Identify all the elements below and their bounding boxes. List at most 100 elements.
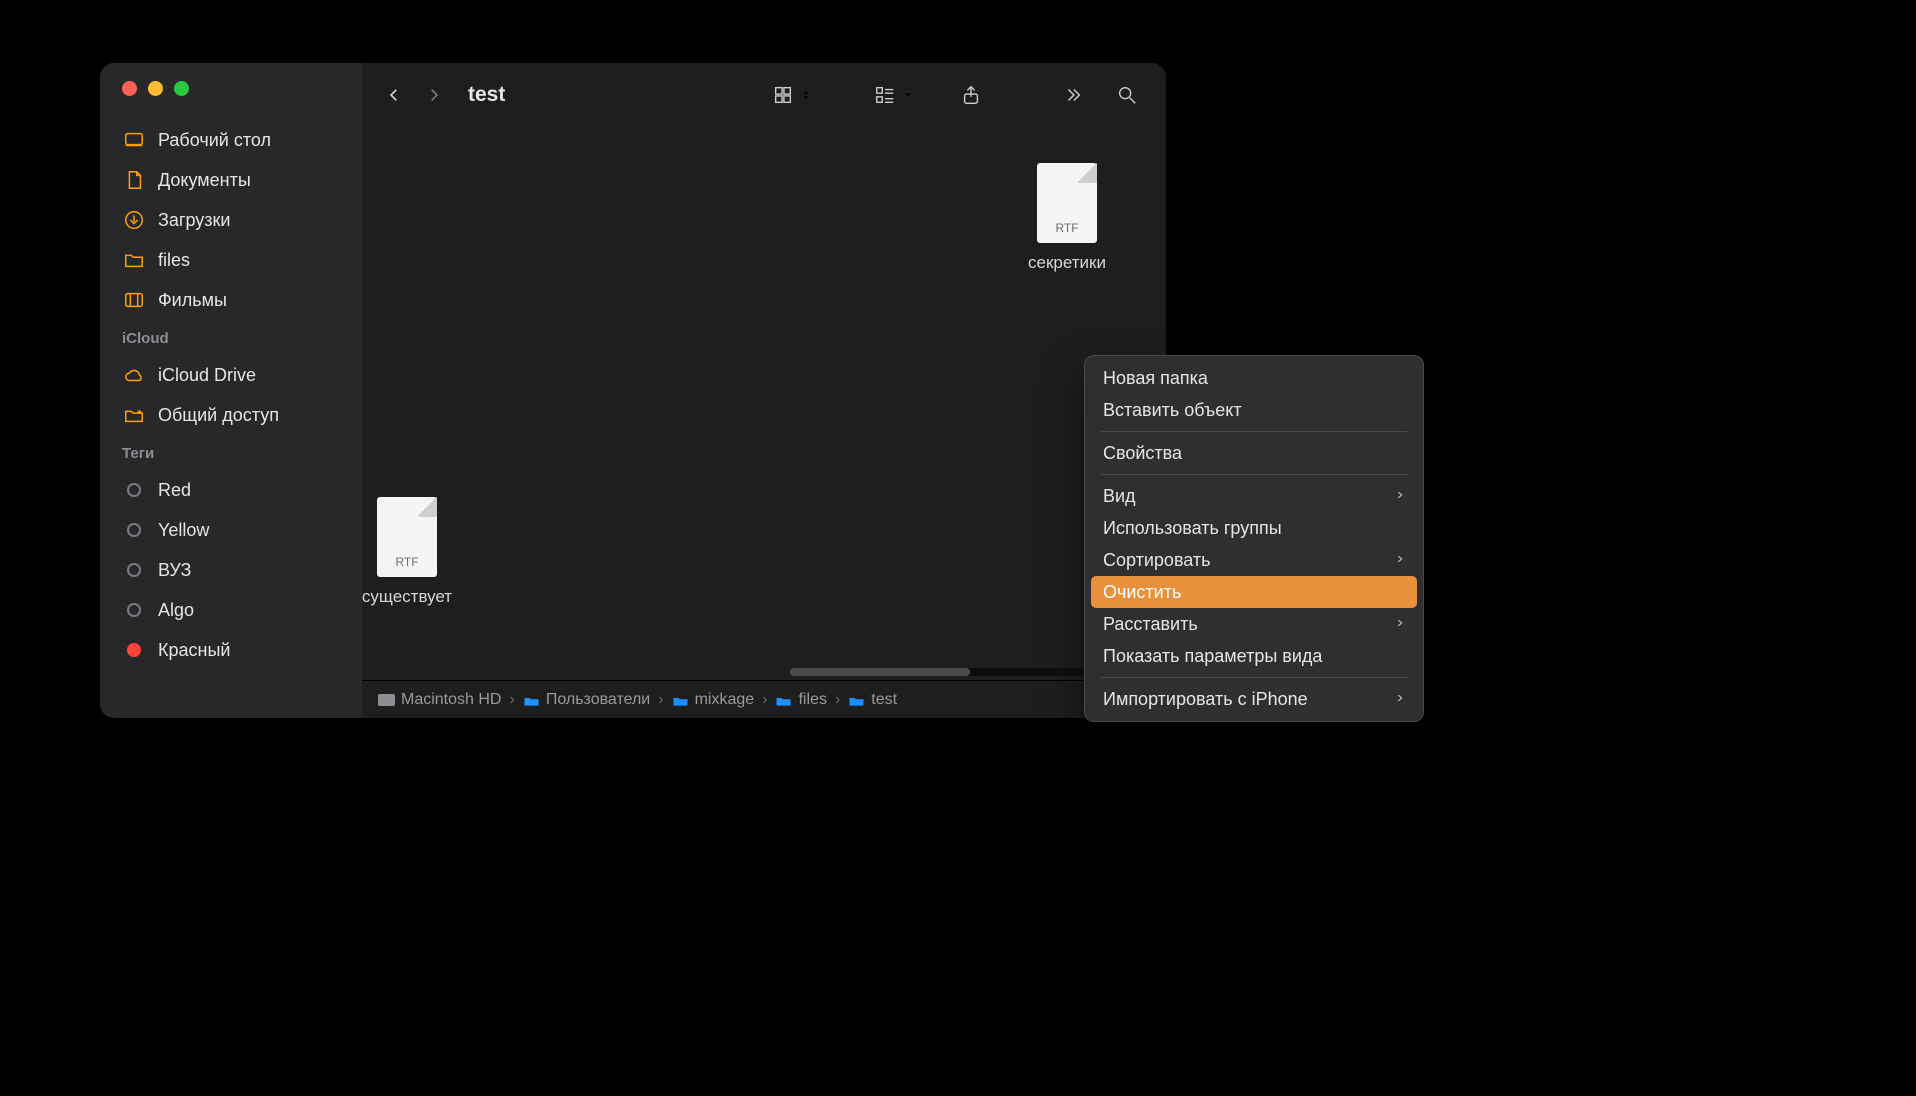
file-item[interactable]: RTF существует — [362, 497, 467, 607]
context-menu-label: Очистить — [1103, 582, 1181, 603]
finder-window: Рабочий стол Документы Загрузки files Фи… — [100, 63, 1166, 718]
cloud-icon — [122, 363, 146, 387]
chevron-right-icon — [1395, 486, 1405, 507]
context-menu-item[interactable]: Свойства — [1091, 437, 1417, 469]
scrollbar-thumb[interactable] — [790, 668, 970, 676]
sidebar-item-downloads[interactable]: Загрузки — [100, 200, 362, 240]
back-button[interactable] — [378, 79, 410, 111]
file-grid[interactable]: RTF секретики RTF существует — [362, 127, 1166, 680]
path-segment[interactable]: Macintosh HD › — [378, 691, 517, 709]
sidebar-item-label: Красный — [158, 640, 230, 661]
sidebar-item-shared[interactable]: Общий доступ — [100, 395, 362, 435]
sidebar-item-label: Общий доступ — [158, 405, 279, 426]
sidebar-item-movies[interactable]: Фильмы — [100, 280, 362, 320]
path-bar: Macintosh HD › Пользователи › mixkage › — [362, 680, 1166, 718]
sidebar-item-documents[interactable]: Документы — [100, 160, 362, 200]
overflow-button[interactable] — [1056, 80, 1090, 110]
path-label: Macintosh HD — [401, 691, 501, 709]
close-button[interactable] — [122, 81, 137, 96]
context-menu-separator — [1101, 474, 1407, 475]
sidebar-tag-krasny[interactable]: Красный — [100, 630, 362, 670]
sidebar-header-icloud: iCloud — [100, 320, 362, 355]
file-item[interactable]: RTF секретики — [1007, 163, 1127, 273]
file-name: существует — [362, 587, 467, 607]
share-button[interactable] — [954, 80, 988, 110]
folder-icon — [523, 693, 540, 707]
folder-icon — [122, 248, 146, 272]
updown-arrows-icon — [800, 89, 812, 101]
zoom-button[interactable] — [174, 81, 189, 96]
sidebar-item-label: iCloud Drive — [158, 365, 256, 386]
sidebar-item-label: Документы — [158, 170, 251, 191]
minimize-button[interactable] — [148, 81, 163, 96]
sidebar-item-label: Рабочий стол — [158, 130, 271, 151]
context-menu-label: Вставить объект — [1103, 400, 1242, 421]
sidebar: Рабочий стол Документы Загрузки files Фи… — [100, 63, 362, 718]
chevron-right-icon — [1395, 614, 1405, 635]
sidebar-tag-algo[interactable]: Algo — [100, 590, 362, 630]
context-menu-label: Сортировать — [1103, 550, 1211, 571]
sidebar-item-label: Yellow — [158, 520, 209, 541]
movie-icon — [122, 288, 146, 312]
context-menu-item[interactable]: Вид — [1091, 480, 1417, 512]
traffic-lights — [100, 81, 362, 96]
context-menu-label: Импортировать с iPhone — [1103, 689, 1308, 710]
context-menu-item[interactable]: Сортировать — [1091, 544, 1417, 576]
folder-title: test — [468, 83, 505, 107]
sidebar-item-desktop[interactable]: Рабочий стол — [100, 120, 362, 160]
forward-button[interactable] — [418, 79, 450, 111]
file-name: секретики — [1007, 253, 1127, 273]
context-menu-item[interactable]: Показать параметры вида — [1091, 640, 1417, 672]
context-menu-label: Вид — [1103, 486, 1136, 507]
tag-dot-icon — [122, 598, 146, 622]
chevron-down-icon — [902, 89, 914, 101]
folder-icon — [848, 693, 865, 707]
group-picker[interactable] — [868, 80, 914, 110]
path-label: mixkage — [695, 691, 755, 709]
path-label: files — [798, 691, 826, 709]
sidebar-item-icloud-drive[interactable]: iCloud Drive — [100, 355, 362, 395]
path-segment[interactable]: test — [848, 691, 897, 709]
rtf-file-icon: RTF — [377, 497, 437, 577]
sidebar-item-label: Algo — [158, 600, 194, 621]
folder-icon — [775, 693, 792, 707]
chevron-right-icon — [1395, 689, 1405, 710]
context-menu-label: Использовать группы — [1103, 518, 1282, 539]
context-menu-item[interactable]: Очистить — [1091, 576, 1417, 608]
sidebar-item-label: Фильмы — [158, 290, 227, 311]
sidebar-tag-yellow[interactable]: Yellow — [100, 510, 362, 550]
context-menu-item[interactable]: Новая папка — [1091, 362, 1417, 394]
folder-icon — [672, 693, 689, 707]
sidebar-tag-red[interactable]: Red — [100, 470, 362, 510]
sidebar-header-tags: Теги — [100, 435, 362, 470]
tag-dot-icon — [122, 558, 146, 582]
rtf-file-icon: RTF — [1037, 163, 1097, 243]
path-segment[interactable]: files › — [775, 691, 842, 709]
desktop-icon — [122, 128, 146, 152]
context-menu-item[interactable]: Импортировать с iPhone — [1091, 683, 1417, 715]
context-menu-separator — [1101, 431, 1407, 432]
context-menu-item[interactable]: Вставить объект — [1091, 394, 1417, 426]
grid-icon — [772, 80, 794, 110]
group-icon — [874, 80, 896, 110]
download-icon — [122, 208, 146, 232]
context-menu-label: Свойства — [1103, 443, 1182, 464]
context-menu-item[interactable]: Расставить — [1091, 608, 1417, 640]
chevron-right-icon — [1395, 550, 1405, 571]
context-menu-label: Новая папка — [1103, 368, 1208, 389]
document-icon — [122, 168, 146, 192]
disk-icon — [378, 694, 395, 706]
path-segment[interactable]: Пользователи › — [523, 691, 666, 709]
toolbar: test — [362, 63, 1166, 127]
sidebar-item-label: Загрузки — [158, 210, 230, 231]
context-menu-item[interactable]: Использовать группы — [1091, 512, 1417, 544]
path-label: Пользователи — [546, 691, 650, 709]
context-menu-separator — [1101, 677, 1407, 678]
search-button[interactable] — [1110, 80, 1144, 110]
path-segment[interactable]: mixkage › — [672, 691, 770, 709]
sidebar-item-label: Red — [158, 480, 191, 501]
sidebar-tag-vuz[interactable]: ВУЗ — [100, 550, 362, 590]
view-picker[interactable] — [766, 80, 812, 110]
sidebar-item-files[interactable]: files — [100, 240, 362, 280]
context-menu-label: Расставить — [1103, 614, 1198, 635]
